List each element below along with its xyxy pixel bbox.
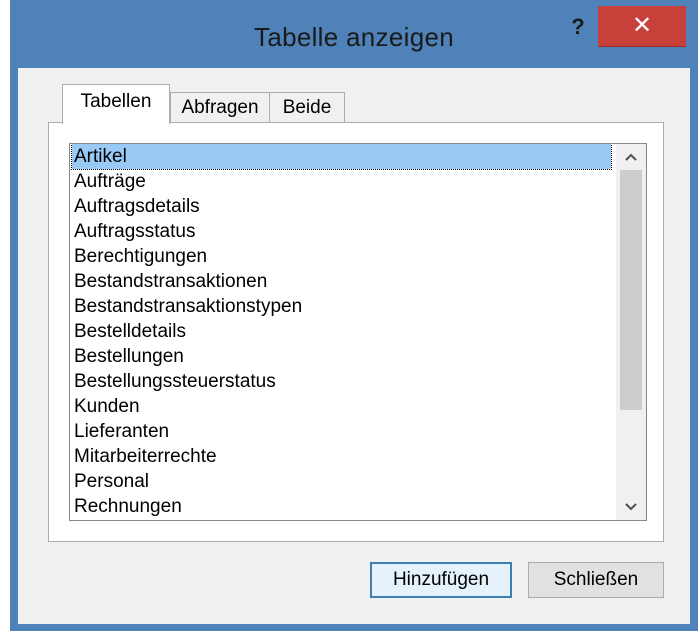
- help-button[interactable]: ?: [558, 12, 598, 48]
- list-item[interactable]: Auftragsstatus: [70, 219, 616, 244]
- list-item[interactable]: Bestelldetails: [70, 319, 616, 344]
- dialog-window: Tabelle anzeigen ? ✕ Tabellen Abfragen B…: [10, 0, 698, 631]
- title-bar[interactable]: Tabelle anzeigen ? ✕: [10, 0, 698, 70]
- tab-tabellen[interactable]: Tabellen: [62, 84, 170, 124]
- tab-beide[interactable]: Beide: [269, 92, 345, 122]
- close-icon: ✕: [631, 12, 653, 39]
- list-item[interactable]: Bestellungen: [70, 344, 616, 369]
- list-item-artikel[interactable]: Artikel: [70, 144, 616, 170]
- list-item[interactable]: Berechtigungen: [70, 244, 616, 269]
- list-item[interactable]: Personal: [70, 469, 616, 494]
- list-item-label: Artikel: [71, 144, 612, 170]
- list-item[interactable]: Bestandstransaktionen: [70, 269, 616, 294]
- tab-panel: Artikel Aufträge Auftragsdetails Auftrag…: [48, 122, 664, 542]
- add-button[interactable]: Hinzufügen: [370, 562, 512, 598]
- close-button[interactable]: Schließen: [528, 562, 664, 598]
- list-item[interactable]: Bestandstransaktionstypen: [70, 294, 616, 319]
- list-item[interactable]: Lieferanten: [70, 419, 616, 444]
- list-item[interactable]: Aufträge: [70, 169, 616, 194]
- list-item[interactable]: Rechnungen: [70, 494, 616, 519]
- scrollbar-thumb[interactable]: [620, 170, 642, 410]
- list-items: Artikel Aufträge Auftragsdetails Auftrag…: [70, 144, 616, 519]
- close-window-button[interactable]: ✕: [598, 6, 686, 47]
- chevron-down-icon[interactable]: [616, 494, 646, 520]
- vertical-scrollbar[interactable]: [616, 144, 646, 520]
- table-listbox[interactable]: Artikel Aufträge Auftragsdetails Auftrag…: [69, 143, 647, 521]
- list-item[interactable]: Auftragsdetails: [70, 194, 616, 219]
- list-item[interactable]: Mitarbeiterrechte: [70, 444, 616, 469]
- dialog-client-area: Tabellen Abfragen Beide Artikel Aufträge…: [18, 68, 690, 624]
- chevron-up-icon[interactable]: [616, 144, 646, 170]
- list-item[interactable]: Bestellungssteuerstatus: [70, 369, 616, 394]
- tab-abfragen[interactable]: Abfragen: [170, 92, 270, 122]
- list-item[interactable]: Kunden: [70, 394, 616, 419]
